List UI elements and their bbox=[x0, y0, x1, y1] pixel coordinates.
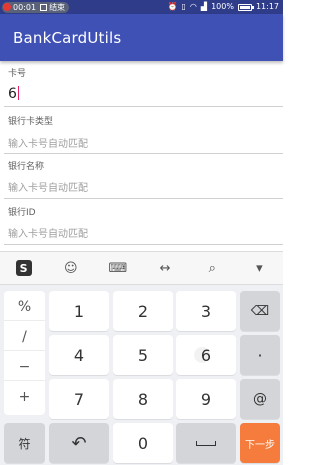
recording-time: 00:01 bbox=[13, 2, 37, 12]
bank-id-field[interactable]: 输入卡号自动匹配 bbox=[8, 225, 88, 240]
screen-recording-pill[interactable]: 00:01 结束 bbox=[2, 1, 70, 13]
key-1[interactable]: 1 bbox=[49, 291, 109, 331]
bank-name-underline bbox=[4, 198, 283, 199]
battery-icon bbox=[237, 3, 254, 11]
cursor-move-icon[interactable]: ↔ bbox=[155, 258, 175, 278]
key-5[interactable]: 5 bbox=[113, 335, 173, 375]
symbol-slash-key[interactable]: / bbox=[4, 323, 45, 351]
backspace-key[interactable]: ⌫ bbox=[240, 291, 280, 331]
status-icons: ⏰ ▯ ◠ ▟ 100% 11:17 bbox=[168, 0, 283, 14]
card-type-field[interactable]: 输入卡号自动匹配 bbox=[8, 135, 88, 150]
app-bar: BankCardUtils bbox=[0, 14, 283, 61]
keyboard-toolbar: S ☺ ⌨ ↔ ⌕ ▾ bbox=[0, 251, 283, 285]
key-4[interactable]: 4 bbox=[49, 335, 109, 375]
card-type-label: 银行卡类型 bbox=[8, 117, 54, 127]
wifi-icon: ◠ bbox=[189, 2, 197, 11]
return-arrow-icon: ↶ bbox=[71, 432, 87, 454]
card-type-underline bbox=[4, 153, 283, 154]
bank-id-label: 银行ID bbox=[8, 208, 36, 218]
space-bar-icon bbox=[196, 440, 216, 446]
key-3[interactable]: 3 bbox=[176, 291, 236, 331]
stop-icon bbox=[40, 3, 48, 11]
symbol-plus-key[interactable]: + bbox=[4, 383, 45, 411]
sogou-logo-icon[interactable]: S bbox=[14, 258, 34, 278]
space-key[interactable] bbox=[176, 423, 236, 463]
next-step-key[interactable]: 下一步 bbox=[240, 423, 280, 463]
symbol-percent-key[interactable]: % bbox=[4, 293, 45, 321]
key-9[interactable]: 9 bbox=[176, 379, 236, 419]
bank-card-form: 卡号 6 银行卡类型 输入卡号自动匹配 银行名称 输入卡号自动匹配 银行ID 输… bbox=[0, 61, 283, 251]
bank-id-underline bbox=[4, 244, 283, 245]
key-8[interactable]: 8 bbox=[113, 379, 173, 419]
dot-key[interactable]: · bbox=[240, 335, 280, 375]
text-caret bbox=[17, 86, 19, 100]
card-number-value: 6 bbox=[8, 86, 17, 102]
at-key[interactable]: @ bbox=[240, 379, 280, 419]
press-ripple bbox=[194, 347, 210, 363]
card-number-input[interactable]: 6 bbox=[8, 86, 19, 102]
emoji-icon[interactable]: ☺ bbox=[61, 258, 81, 278]
symbol-column: % / − + bbox=[4, 291, 45, 415]
battery-percent: 100% bbox=[211, 2, 234, 11]
vibrate-icon: ▯ bbox=[181, 2, 186, 11]
key-0[interactable]: 0 bbox=[113, 423, 173, 463]
app-title: BankCardUtils bbox=[13, 28, 122, 47]
numeric-keyboard: S ☺ ⌨ ↔ ⌕ ▾ % / − + 1 2 3 ⌫ 4 5 6 · 7 8 … bbox=[0, 251, 283, 465]
key-7[interactable]: 7 bbox=[49, 379, 109, 419]
signal-icon: ▟ bbox=[200, 2, 208, 11]
collapse-icon[interactable]: ▾ bbox=[249, 258, 269, 278]
alarm-icon: ⏰ bbox=[167, 2, 178, 11]
card-number-label: 卡号 bbox=[8, 69, 27, 79]
recording-end-label: 结束 bbox=[49, 2, 66, 12]
card-number-underline bbox=[4, 106, 283, 107]
search-icon[interactable]: ⌕ bbox=[202, 258, 222, 278]
bank-name-field[interactable]: 输入卡号自动匹配 bbox=[8, 179, 88, 194]
symbol-minus-key[interactable]: − bbox=[4, 353, 45, 381]
symbol-switch-key[interactable]: 符 bbox=[4, 423, 45, 463]
clock: 11:17 bbox=[255, 2, 279, 11]
key-6[interactable]: 6 bbox=[176, 335, 236, 375]
return-key[interactable]: ↶ bbox=[49, 423, 109, 463]
keyboard-icon[interactable]: ⌨ bbox=[108, 258, 128, 278]
bank-name-label: 银行名称 bbox=[8, 162, 45, 172]
status-bar: 00:01 结束 ⏰ ▯ ◠ ▟ 100% 11:17 bbox=[0, 0, 283, 14]
backspace-icon: ⌫ bbox=[250, 303, 270, 319]
key-2[interactable]: 2 bbox=[113, 291, 173, 331]
recording-dot-icon bbox=[3, 3, 11, 11]
